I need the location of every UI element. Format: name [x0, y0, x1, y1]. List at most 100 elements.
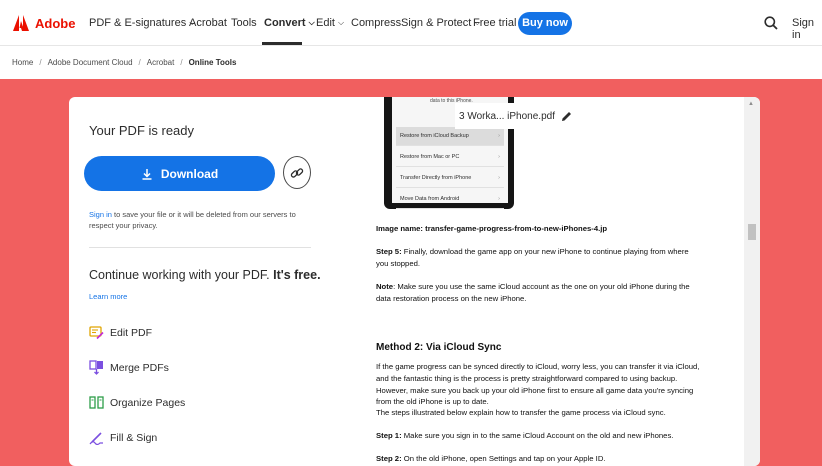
download-icon	[142, 168, 152, 180]
merge-pdfs-icon	[89, 360, 103, 375]
nav-acrobat[interactable]: Acrobat	[189, 17, 227, 29]
step5-text: Finally, download the game app on your n…	[401, 247, 689, 256]
tool-merge-pdfs[interactable]: Merge PDFs	[89, 360, 169, 375]
breadcrumb-document-cloud[interactable]: Adobe Document Cloud	[48, 58, 133, 67]
tool-fill-sign[interactable]: Fill & Sign	[89, 430, 157, 445]
tool-organize-pages[interactable]: Organize Pages	[89, 395, 185, 410]
organize-pages-icon	[89, 396, 104, 409]
step1-line: Step 1: Make sure you sign in to the sam…	[376, 430, 716, 442]
download-label: Download	[160, 166, 219, 181]
nav-tools[interactable]: Tools	[231, 17, 257, 29]
breadcrumb-separator: /	[39, 58, 42, 67]
continue-free: It's free.	[273, 268, 321, 282]
chevron-right-icon: ›	[498, 175, 500, 181]
nav-free-trial[interactable]: Free trial	[473, 17, 516, 29]
phone-option: Transfer Directly from iPhone ›	[396, 169, 504, 188]
copy-link-button[interactable]	[283, 156, 311, 189]
nav-compress[interactable]: Compress	[351, 17, 401, 29]
tool-label: Fill & Sign	[110, 431, 158, 444]
tool-label: Organize Pages	[110, 396, 186, 409]
method2-para-line: The steps illustrated below explain how …	[376, 408, 666, 417]
note-line: Note: Make sure you use the same iCloud …	[376, 281, 716, 293]
document-preview[interactable]: data to this iPhone. Restore from iCloud…	[338, 97, 760, 466]
scroll-up-icon[interactable]: ▲	[748, 101, 754, 107]
divider	[89, 247, 311, 248]
step2-label: Step 2:	[376, 454, 402, 463]
tool-edit-pdf[interactable]: Edit PDF	[89, 325, 152, 340]
note-line2: data restoration process on the new iPho…	[376, 294, 527, 303]
learn-more-link[interactable]: Learn more	[89, 292, 127, 301]
chevron-right-icon: ›	[498, 133, 500, 139]
method2-para-line: If the game progress can be synced direc…	[376, 362, 700, 371]
download-button[interactable]: Download	[84, 156, 275, 191]
nav-label: Edit	[316, 17, 335, 29]
filename-text: 3 Worka... iPhone.pdf	[459, 110, 555, 122]
step1-label: Step 1:	[376, 431, 402, 440]
breadcrumb-current: Online Tools	[188, 58, 237, 67]
action-panel: Your PDF is ready Download Sign in to sa…	[69, 97, 327, 466]
result-card: Your PDF is ready Download Sign in to sa…	[69, 97, 760, 466]
top-nav: Adobe PDF & E-signatures ⌵ Acrobat Tools …	[0, 0, 822, 46]
continue-title: Continue working with your PDF. It's fre…	[89, 268, 321, 282]
nav-convert[interactable]: Convert ⌵	[264, 17, 315, 29]
nav-label: Sign & Protect	[401, 17, 472, 29]
step5-line: Step 5: Finally, download the game app o…	[376, 246, 716, 258]
chevron-right-icon: ›	[498, 154, 500, 160]
breadcrumb-acrobat[interactable]: Acrobat	[147, 58, 175, 67]
chevron-down-icon: ⌵	[337, 18, 345, 27]
fill-sign-icon	[89, 432, 103, 445]
nav-label: Free trial	[473, 17, 517, 29]
image-name-value: transfer-game-progress-from-to-new-iPhon…	[425, 224, 608, 233]
phone-option: Restore from iCloud Backup ›	[396, 127, 504, 146]
edit-pdf-icon	[89, 326, 104, 340]
step2-line: Step 2: On the old iPhone, open Settings…	[376, 453, 716, 465]
phone-option: Move Data from Android ›	[396, 190, 504, 209]
nav-pdf-esignatures[interactable]: PDF & E-signatures ⌵	[89, 17, 195, 29]
chevron-right-icon: ›	[498, 196, 500, 202]
adobe-logo-link[interactable]: Adobe	[12, 14, 75, 32]
step1-text: Make sure you sign in to the same iCloud…	[401, 431, 674, 440]
tool-label: Merge PDFs	[110, 361, 169, 374]
pencil-icon[interactable]	[561, 111, 572, 122]
note-text: to save your file or it will be deleted …	[89, 210, 296, 230]
step5-line2: you stopped.	[376, 259, 421, 268]
nav-label: PDF & E-signatures	[89, 17, 187, 29]
brand-name: Adobe	[35, 15, 76, 31]
preview-scrollbar[interactable]: ▲	[744, 97, 760, 466]
note-sign-in-link[interactable]: Sign in	[89, 210, 112, 219]
save-note: Sign in to save your file or it will be …	[89, 209, 311, 231]
breadcrumb-separator: /	[180, 58, 183, 67]
breadcrumb: Home / Adobe Document Cloud / Acrobat / …	[12, 58, 236, 67]
step2-text: On the old iPhone, open Settings and tap…	[401, 454, 606, 463]
image-name-line: Image name: transfer-game-progress-from-…	[376, 223, 716, 235]
nav-label: Convert	[264, 17, 306, 29]
adobe-logo-icon	[13, 15, 29, 31]
nav-sign-protect[interactable]: Sign & Protect ⌵	[401, 17, 480, 29]
chevron-down-icon: ⌵	[308, 18, 315, 27]
active-tab-indicator	[262, 42, 302, 45]
phone-option-label: Restore from iCloud Backup	[400, 133, 469, 139]
step5-label: Step 5:	[376, 247, 402, 256]
method2-para-line: and the fantastic thing is the process i…	[376, 374, 678, 383]
breadcrumb-separator: /	[138, 58, 141, 67]
image-name-label: Image name:	[376, 224, 426, 233]
filename-badge[interactable]: 3 Worka... iPhone.pdf	[455, 103, 573, 129]
nav-label: Tools	[231, 17, 257, 29]
search-icon[interactable]	[764, 16, 778, 30]
scrollbar-thumb[interactable]	[748, 224, 756, 240]
phone-option-label: Restore from Mac or PC	[400, 154, 460, 160]
phone-option: Restore from Mac or PC ›	[396, 148, 504, 167]
continue-text: Continue working with your PDF.	[89, 268, 274, 282]
nav-label: Compress	[351, 17, 402, 29]
buy-now-button[interactable]: Buy now	[518, 12, 572, 35]
link-icon	[290, 167, 304, 178]
sign-in-link[interactable]: Sign in	[792, 17, 822, 41]
ready-title: Your PDF is ready	[89, 123, 195, 138]
nav-edit[interactable]: Edit ⌵	[316, 17, 344, 29]
note-label: Note	[376, 282, 394, 291]
phone-option-label: Transfer Directly from iPhone	[400, 175, 472, 181]
breadcrumb-home[interactable]: Home	[12, 58, 33, 67]
phone-option-label: Move Data from Android	[400, 196, 460, 202]
note-text: : Make sure you use the same iCloud acco…	[393, 282, 690, 291]
tool-label: Edit PDF	[110, 326, 153, 339]
